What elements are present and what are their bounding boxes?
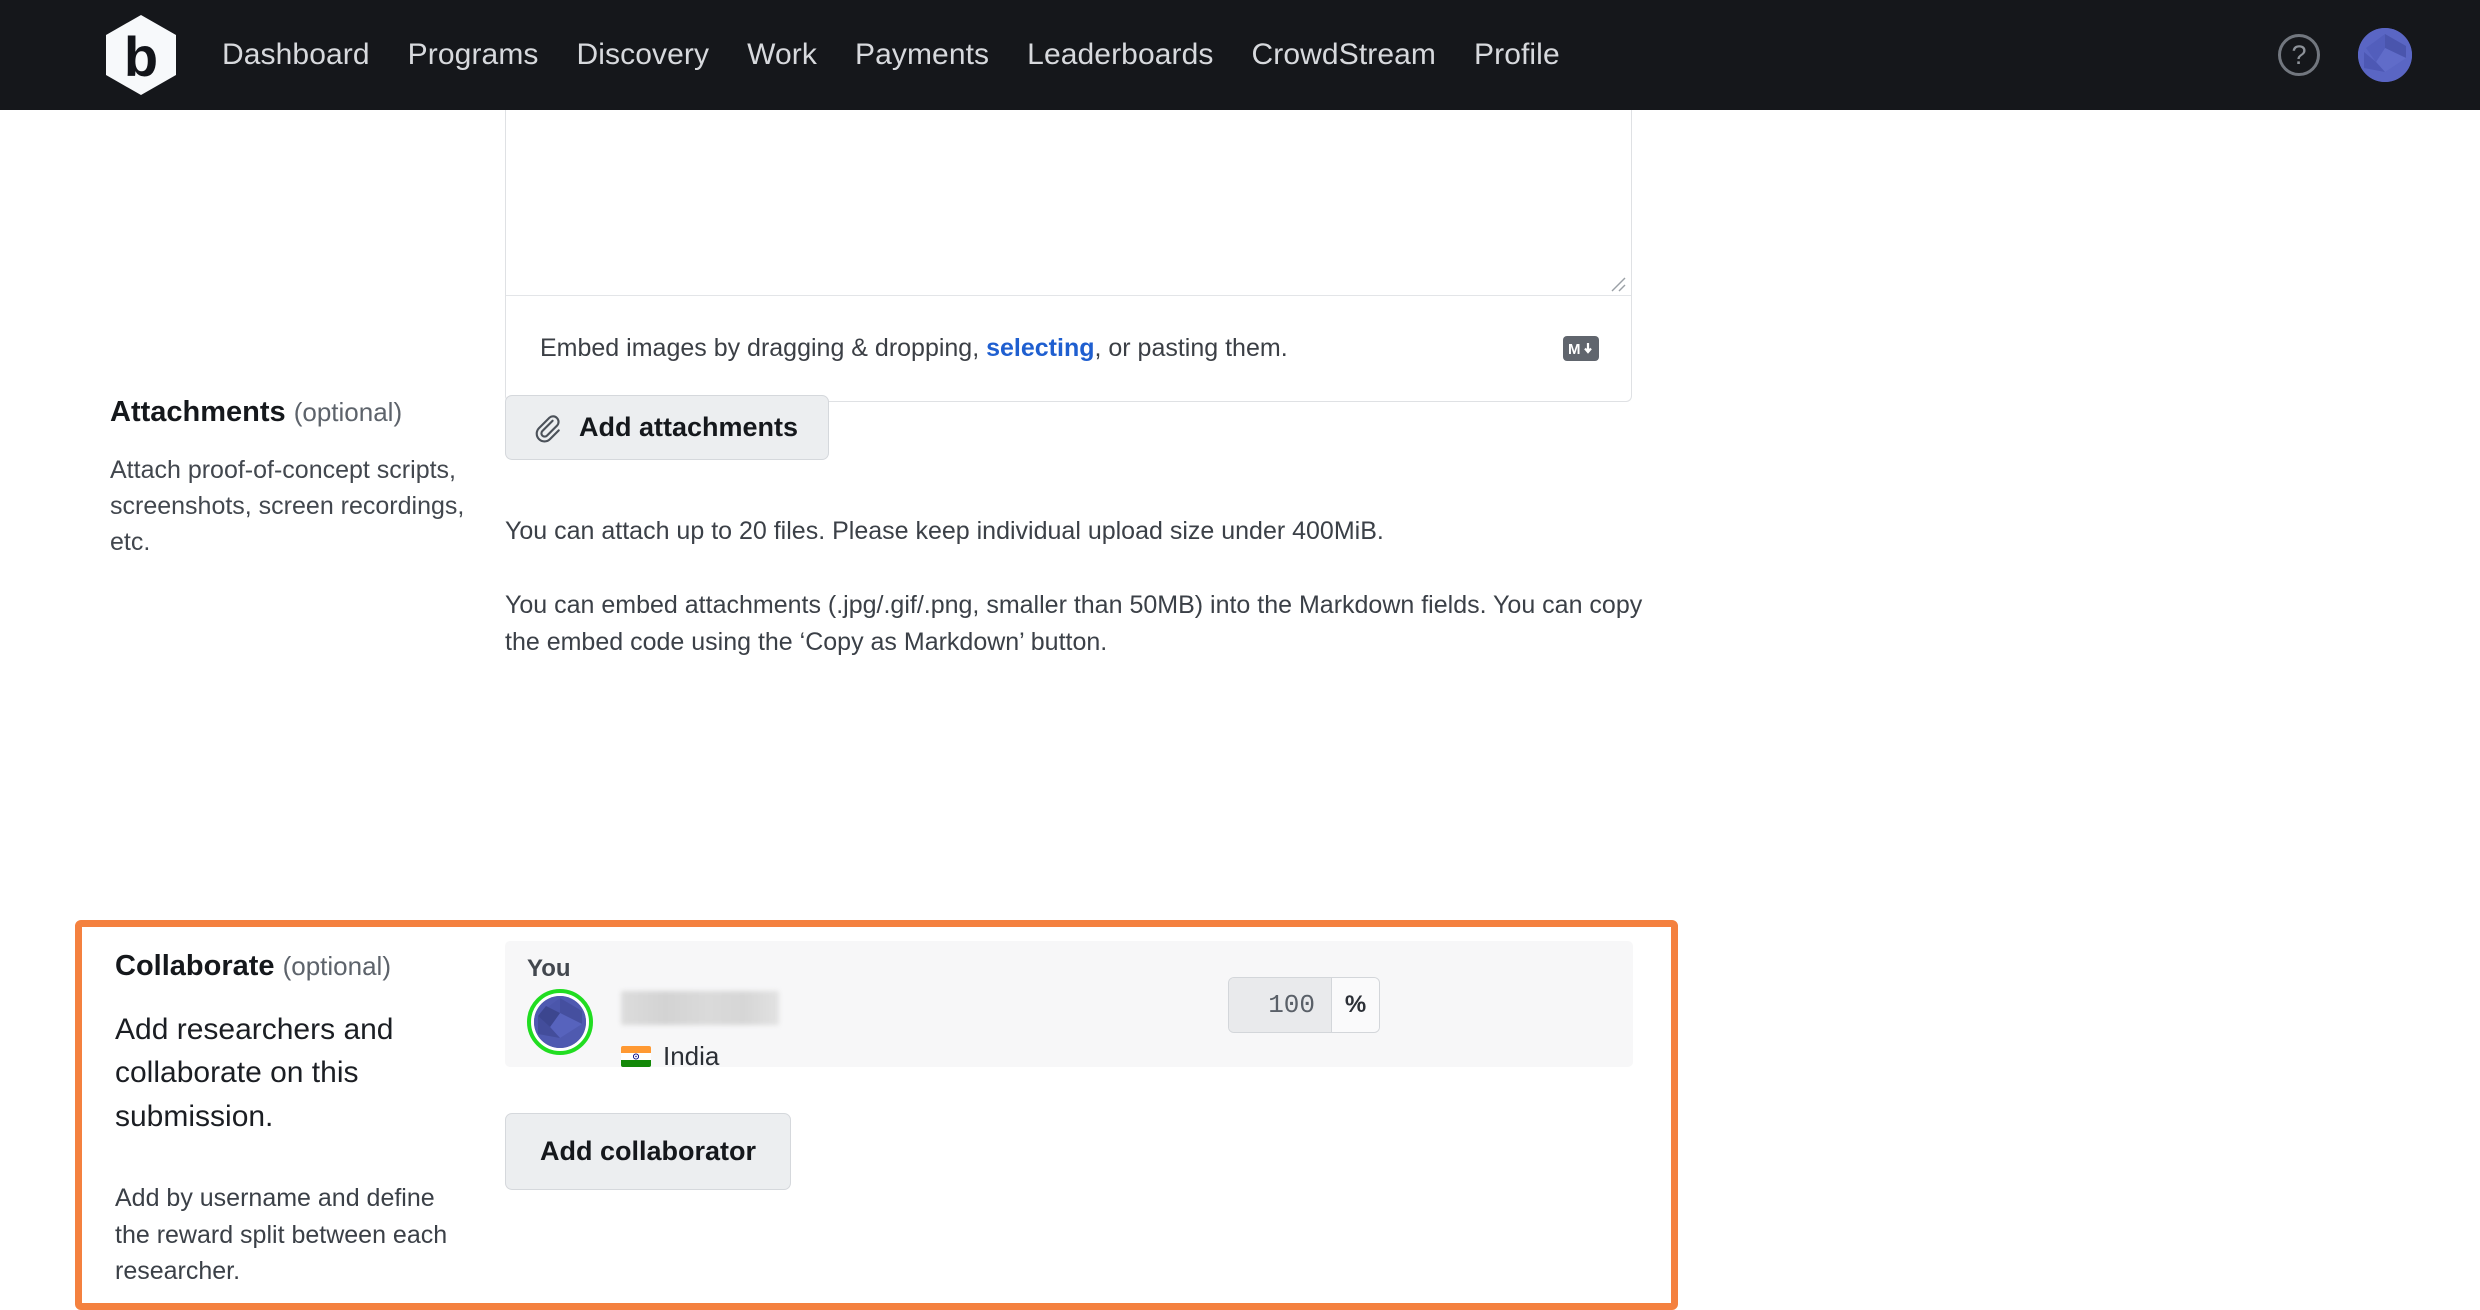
attachments-title: Attachments (optional) xyxy=(110,395,470,430)
attachments-optional-tag: (optional) xyxy=(293,397,403,427)
india-flag-icon xyxy=(621,1046,651,1067)
collaborate-body-column: You India 100 % Add collaborator xyxy=(505,941,1633,1190)
markdown-logo-icon[interactable]: M xyxy=(1563,336,1599,361)
add-collaborator-button[interactable]: Add collaborator xyxy=(505,1113,792,1190)
nav-link-work[interactable]: Work xyxy=(747,38,817,72)
svg-text:M: M xyxy=(1568,341,1581,358)
bugcrowd-logo[interactable]: b xyxy=(104,14,178,96)
svg-text:b: b xyxy=(124,25,158,88)
collaborator-country: India xyxy=(621,1041,779,1072)
collaborator-you-label: You xyxy=(527,955,571,982)
markdown-editor-card: Embed images by dragging & dropping, sel… xyxy=(505,110,1632,402)
collaborate-title-text: Collaborate xyxy=(115,950,275,982)
bugcrowd-hexagon-logo-icon: b xyxy=(106,15,176,95)
nav-link-discovery[interactable]: Discovery xyxy=(577,38,710,72)
primary-nav-links: Dashboard Programs Discovery Work Paymen… xyxy=(222,38,1560,72)
attachments-note-embed: You can embed attachments (.jpg/.gif/.pn… xyxy=(505,591,1643,656)
attachments-description: Attach proof-of-concept scripts, screens… xyxy=(110,455,465,557)
collaborate-title: Collaborate (optional) xyxy=(115,949,455,984)
attachments-body-column: Add attachments You can attach up to 20 … xyxy=(505,395,1655,660)
add-attachments-label: Add attachments xyxy=(579,412,799,442)
collaborate-description-primary: Add researchers and collaborate on this … xyxy=(115,1012,394,1133)
reward-split-percent-suffix: % xyxy=(1331,978,1379,1032)
reward-split-field: 100 % xyxy=(1229,978,1379,1032)
help-question-mark-icon[interactable]: ? xyxy=(2278,34,2320,76)
embed-hint-suffix: , or pasting them. xyxy=(1094,334,1288,362)
collaborate-description-secondary: Add by username and define the reward sp… xyxy=(115,1184,448,1285)
nav-link-leaderboards[interactable]: Leaderboards xyxy=(1027,38,1213,72)
attachments-label-column: Attachments (optional) Attach proof-of-c… xyxy=(110,395,470,561)
user-avatar-icon[interactable] xyxy=(2358,28,2412,82)
collaborator-avatar[interactable] xyxy=(527,989,593,1055)
markdown-editor-footer: Embed images by dragging & dropping, sel… xyxy=(506,296,1631,401)
nav-link-dashboard[interactable]: Dashboard xyxy=(222,38,370,72)
attachments-title-text: Attachments xyxy=(110,396,286,428)
collaborator-username-redacted xyxy=(621,991,779,1025)
avatar-identicon-icon xyxy=(2358,28,2412,82)
select-files-link[interactable]: selecting xyxy=(986,334,1094,362)
markdown-mark-icon: M xyxy=(1568,341,1592,358)
embed-images-hint: Embed images by dragging & dropping, sel… xyxy=(540,334,1288,363)
top-navigation-bar: b Dashboard Programs Discovery Work Paym… xyxy=(0,0,2480,110)
paperclip-icon xyxy=(535,414,560,442)
top-nav-right-cluster: ? xyxy=(2278,0,2412,110)
collaborator-details: India xyxy=(621,991,779,1072)
collaborate-section-highlight: Collaborate (optional) Add researchers a… xyxy=(75,920,1678,1310)
resize-handle-icon[interactable] xyxy=(1608,274,1626,292)
nav-link-profile[interactable]: Profile xyxy=(1474,38,1560,72)
collaborator-country-label: India xyxy=(663,1041,720,1071)
collaborator-avatar-icon xyxy=(534,996,586,1048)
avatar-identicon-icon xyxy=(534,996,586,1048)
collaborate-label-column: Collaborate (optional) Add researchers a… xyxy=(115,949,455,1289)
markdown-textarea[interactable] xyxy=(506,110,1631,296)
attachments-note-limits: You can attach up to 20 files. Please ke… xyxy=(505,517,1384,545)
nav-link-crowdstream[interactable]: CrowdStream xyxy=(1252,38,1436,72)
add-attachments-button[interactable]: Add attachments xyxy=(505,395,830,460)
collaborate-optional-tag: (optional) xyxy=(282,951,391,981)
nav-link-payments[interactable]: Payments xyxy=(855,38,989,72)
submission-form-page: Embed images by dragging & dropping, sel… xyxy=(0,110,2480,1310)
embed-hint-prefix: Embed images by dragging & dropping, xyxy=(540,334,987,362)
collaborator-row: You India 100 % xyxy=(505,941,1633,1071)
reward-split-input[interactable]: 100 xyxy=(1229,978,1331,1032)
nav-link-programs[interactable]: Programs xyxy=(408,38,539,72)
